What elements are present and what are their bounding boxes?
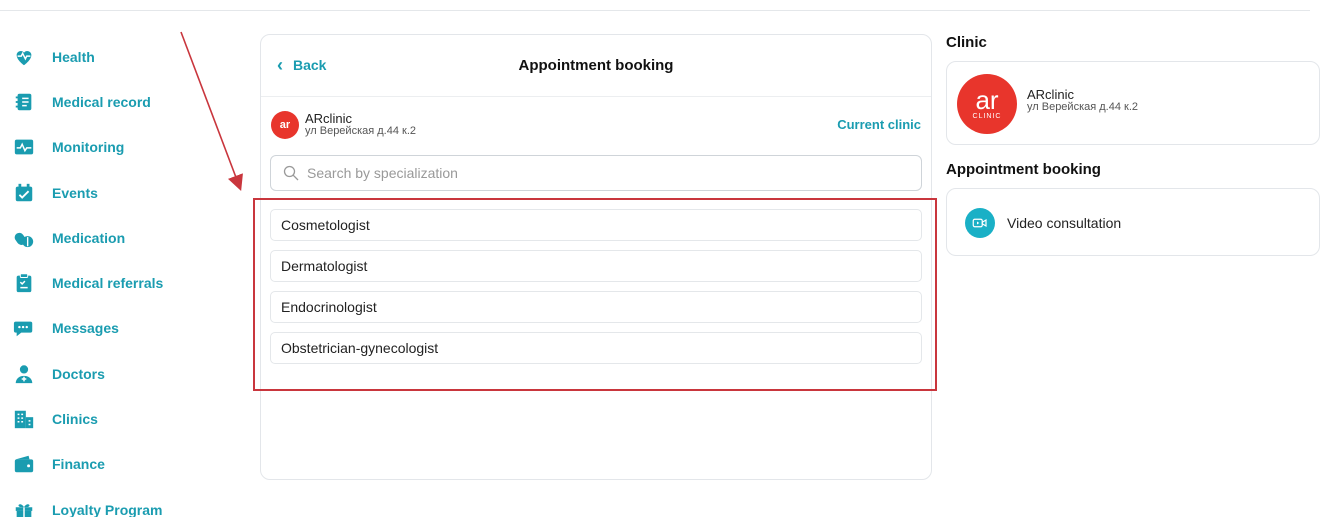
sidebar-item-clinics[interactable]: Clinics: [12, 396, 212, 441]
pills-icon: [12, 226, 36, 250]
sidebar-item-label: Medication: [52, 229, 126, 246]
clinic-logo: ar: [271, 111, 299, 139]
card-header: ‹ Back Appointment booking: [261, 35, 931, 97]
building-icon: [12, 407, 36, 431]
chat-icon: [12, 316, 36, 340]
clipboard-icon: [12, 271, 36, 295]
video-consultation-button[interactable]: Video consultation: [946, 188, 1320, 256]
sidebar-item-health[interactable]: Health: [12, 34, 212, 79]
sidebar-item-label: Clinics: [52, 411, 98, 428]
sidebar: Health Medical record Monitoring Events …: [12, 34, 212, 517]
top-divider: [0, 10, 1310, 11]
search-input[interactable]: [307, 165, 907, 181]
sidebar-item-messages[interactable]: Messages: [12, 306, 212, 351]
sidebar-item-medical-referrals[interactable]: Medical referrals: [12, 260, 212, 305]
sidebar-item-label: Doctors: [52, 365, 105, 382]
sidebar-item-label: Messages: [52, 320, 119, 337]
clinic-info: ARclinic ул Верейская д.44 к.2: [1027, 88, 1138, 114]
sidebar-item-label: Medical referrals: [52, 275, 164, 292]
logo-subtext: CLINIC: [972, 112, 1002, 120]
sidebar-item-events[interactable]: Events: [12, 170, 212, 215]
logo-mark: ar: [975, 84, 999, 115]
clinic-logo: ar CLINIC: [957, 74, 1017, 134]
sidebar-item-monitoring[interactable]: Monitoring: [12, 125, 212, 170]
gift-icon: [12, 498, 36, 517]
sidebar-item-label: Health: [52, 48, 95, 65]
sidebar-item-medical-record[interactable]: Medical record: [12, 79, 212, 124]
sidebar-item-label: Finance: [52, 456, 105, 473]
calendar-check-icon: [12, 181, 36, 205]
sidebar-item-label: Loyalty Program: [52, 501, 163, 517]
wallet-icon: [12, 452, 36, 476]
search-icon: [283, 165, 299, 181]
clinic-info: ARclinic ул Верейская д.44 к.2: [305, 111, 417, 137]
sidebar-item-label: Monitoring: [52, 139, 125, 156]
doctor-icon: [12, 362, 36, 386]
clinic-address: ул Верейская д.44 к.2: [305, 125, 417, 137]
clinic-address: ул Верейская д.44 к.2: [1027, 101, 1139, 113]
sidebar-item-finance[interactable]: Finance: [12, 442, 212, 487]
monitor-pulse-icon: [12, 135, 36, 159]
page-title: Appointment booking: [518, 57, 674, 74]
clinic-name: ARclinic: [305, 111, 352, 126]
sidebar-item-label: Events: [52, 184, 98, 201]
heart-pulse-icon: [12, 45, 36, 69]
search-box: [270, 155, 922, 191]
sidebar-item-medication[interactable]: Medication: [12, 215, 212, 260]
notebook-icon: [12, 90, 36, 114]
sidebar-item-doctors[interactable]: Doctors: [12, 351, 212, 396]
video-camera-icon: [965, 208, 995, 238]
clinic-heading: Clinic: [946, 34, 987, 51]
video-consultation-label: Video consultation: [1007, 215, 1122, 231]
booking-heading: Appointment booking: [946, 161, 1101, 178]
clinic-name: ARclinic: [1027, 87, 1074, 102]
sidebar-item-loyalty-program[interactable]: Loyalty Program: [12, 487, 212, 517]
clinic-card[interactable]: ar CLINIC ARclinic ул Верейская д.44 к.2: [946, 61, 1320, 145]
current-clinic-link[interactable]: Current clinic: [837, 117, 921, 132]
right-panel: Clinic ar CLINIC ARclinic ул Верейская д…: [946, 34, 1320, 256]
annotation-highlight-box: [253, 198, 937, 391]
sidebar-item-label: Medical record: [52, 93, 151, 110]
selected-clinic-row: ar ARclinic ул Верейская д.44 к.2 Curren…: [261, 97, 931, 153]
